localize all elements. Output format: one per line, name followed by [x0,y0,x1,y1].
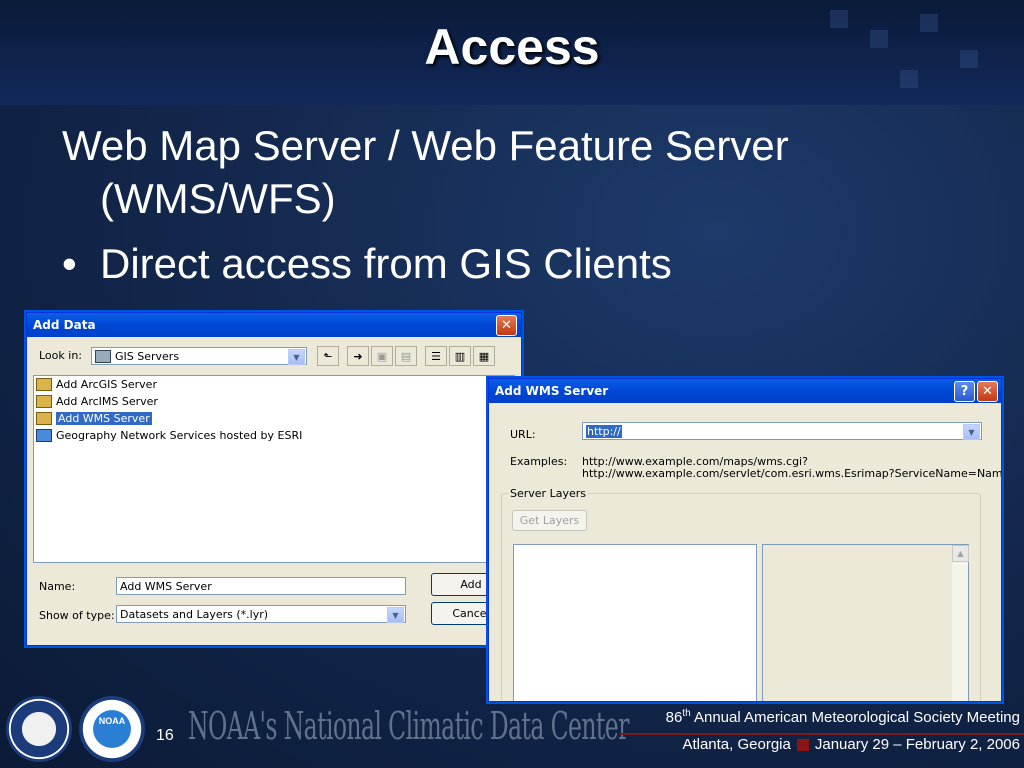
computer-icon [95,349,111,363]
name-label: Name: [39,580,76,593]
new-folder-icon[interactable]: ▤ [395,346,417,366]
bullet-glyph: • [62,240,77,287]
bullet-item: • Direct access from GIS Clients [62,240,672,288]
chevron-down-icon[interactable]: ▼ [963,424,980,440]
list-item-selected[interactable]: Add WMS Server [34,410,514,427]
noaa-logo-icon: NOAA [79,696,145,762]
slide-title: Access [424,19,600,75]
server-icon [36,412,52,425]
help-icon[interactable]: ? [954,381,975,402]
look-in-label: Look in: [39,349,82,362]
connect-icon[interactable]: ➜ [347,346,369,366]
close-icon[interactable]: ✕ [496,315,517,336]
list-item[interactable]: Geography Network Services hosted by ESR… [34,427,514,444]
look-in-value: GIS Servers [115,349,180,363]
page-number: 16 [156,727,174,744]
footer-divider [620,733,1024,735]
list-view-icon[interactable]: ☰ [425,346,447,366]
noaa-logo-text: NOAA [98,716,126,726]
close-icon[interactable]: ✕ [977,381,998,402]
examples-label: Examples: [510,455,568,468]
thumbnail-view-icon[interactable]: ▦ [473,346,495,366]
layers-list[interactable] [513,544,757,701]
up-folder-icon[interactable]: ⬑ [317,346,339,366]
details-view-icon[interactable]: ▥ [449,346,471,366]
chevron-down-icon[interactable]: ▼ [288,349,305,365]
commerce-seal-icon [6,696,72,762]
look-in-combo[interactable]: GIS Servers ▼ [91,347,307,365]
url-label: URL: [510,428,536,441]
add-wms-title: Add WMS Server [495,384,609,398]
add-data-titlebar[interactable]: Add Data ✕ [27,313,521,337]
file-list[interactable]: Add ArcGIS Server Add ArcIMS Server Add … [33,375,515,563]
example-url-2: http://www.example.com/servlet/com.esri.… [582,467,1002,480]
scrollbar[interactable]: ▲ [952,545,969,701]
list-item[interactable]: Add ArcGIS Server [34,376,514,393]
disconnect-icon[interactable]: ▣ [371,346,393,366]
heading-line-1: Web Map Server / Web Feature Server [62,122,789,169]
globe-icon [36,429,52,442]
add-data-title: Add Data [33,318,96,332]
chevron-down-icon[interactable]: ▼ [387,607,404,623]
type-label: Show of type: [39,609,115,622]
url-field[interactable]: http:// ▼ [582,422,982,440]
separator-square [796,738,809,751]
server-layers-label: Server Layers [508,487,588,500]
name-field[interactable]: Add WMS Server [116,577,406,595]
type-combo[interactable]: Datasets and Layers (*.lyr) ▼ [116,605,406,623]
get-layers-button[interactable]: Get Layers [512,510,587,531]
add-wms-titlebar[interactable]: Add WMS Server ? ✕ [489,379,1001,403]
bullet-text: Direct access from GIS Clients [100,240,672,287]
add-wms-dialog: Add WMS Server ? ✕ URL: http:// ▼ Exampl… [488,378,1002,702]
chevron-up-icon[interactable]: ▲ [952,545,969,562]
server-icon [36,395,52,408]
meeting-title: 86th Annual American Meteorological Soci… [665,708,1020,726]
layer-details[interactable]: ▲ [762,544,969,701]
heading-line-2: (WMS/WFS) [100,175,336,222]
ncdc-banner: NOAA's National Climatic Data Center [188,704,629,748]
add-data-dialog: Add Data ✕ Look in: GIS Servers ▼ ⬑ ➜ ▣ … [26,312,522,646]
list-item[interactable]: Add ArcIMS Server [34,393,514,410]
server-icon [36,378,52,391]
meeting-location: Atlanta, Georgia January 29 – February 2… [682,736,1020,753]
